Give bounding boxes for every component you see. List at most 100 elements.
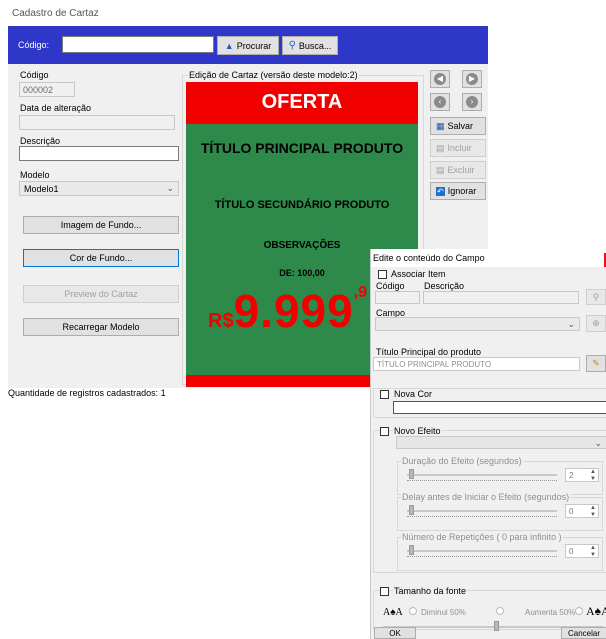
procurar-icon: ▲ xyxy=(224,40,234,51)
incluir-button[interactable]: ▤ Incluir xyxy=(430,139,486,157)
nova-cor-checkbox[interactable] xyxy=(380,390,389,399)
last-icon: ▶ xyxy=(466,73,478,85)
preview-cartaz-button[interactable]: Preview do Cartaz xyxy=(23,285,179,303)
ok-button[interactable]: OK xyxy=(374,627,416,639)
poster-moeda: R$ xyxy=(208,310,234,332)
next-icon: › xyxy=(466,96,478,108)
poster-titulo-principal: TÍTULO PRINCIPAL PRODUTO xyxy=(200,140,404,156)
cor-swatch[interactable] xyxy=(393,401,606,414)
duracao-slider[interactable] xyxy=(407,474,557,476)
edit-text-button[interactable]: ✎ xyxy=(586,355,606,372)
repeticoes-spinner[interactable]: 0 ▲ ▼ xyxy=(565,544,599,558)
chevron-down-icon: ⌄ xyxy=(166,183,174,193)
codigo-search-input[interactable] xyxy=(62,36,214,53)
spin-arrows-icon: ▲ ▼ xyxy=(590,469,596,482)
dlg-descricao-label: Descrição xyxy=(424,281,465,291)
cancelar-button[interactable]: Cancelar xyxy=(561,627,606,639)
spin-arrows-icon: ▲ ▼ xyxy=(590,505,596,518)
modelo-select[interactable]: Modelo1 ⌄ xyxy=(19,181,179,196)
titulo-principal-label: Título Principal do produto xyxy=(376,347,482,357)
codigo-field: 000002 xyxy=(19,82,75,97)
add-doc-icon: ▤ xyxy=(436,142,445,153)
codigo-search-label: Código: xyxy=(18,40,50,50)
excluir-button[interactable]: ▤ Excluir xyxy=(430,161,486,179)
campo-select[interactable]: ⌄ xyxy=(375,317,580,331)
next-record-button[interactable]: › xyxy=(462,93,482,111)
prev-record-button[interactable]: ‹ xyxy=(430,93,450,111)
status-bar: Quantidade de registros cadastrados: 1 xyxy=(8,388,166,398)
search-toolbar: Código: ▲ Procurar ⚲ Busca... xyxy=(8,26,488,64)
poster-oferta: OFERTA xyxy=(261,91,343,113)
magnifier-icon: ⚲ xyxy=(288,40,296,51)
duracao-slider-thumb[interactable] xyxy=(409,469,414,479)
plus-icon: ⊕ xyxy=(592,318,600,328)
window-title: Cadastro de Cartaz xyxy=(0,0,606,26)
spin-arrows-icon: ▲ ▼ xyxy=(590,545,596,558)
repeticoes-ticks xyxy=(407,555,557,557)
descricao-label: Descrição xyxy=(20,136,61,146)
add-campo-button[interactable]: ⊕ xyxy=(586,315,606,332)
chevron-down-icon: ⌄ xyxy=(594,438,602,448)
search-icon[interactable]: ⚲ xyxy=(586,289,606,305)
busca-button[interactable]: ⚲ Busca... xyxy=(282,36,338,55)
dlg-codigo-label: Código xyxy=(376,281,405,291)
modelo-label: Modelo xyxy=(20,170,50,180)
dlg-codigo-field xyxy=(375,291,420,304)
nova-cor-label: Nova Cor xyxy=(393,389,434,399)
delay-ticks xyxy=(407,515,557,517)
tamanho-fonte-checkbox[interactable] xyxy=(380,587,389,596)
first-record-button[interactable]: ◀ xyxy=(430,70,450,88)
aumenta-radio[interactable] xyxy=(575,607,583,615)
titulo-principal-field[interactable]: TÍTULO PRINCIPAL PRODUTO xyxy=(373,357,580,371)
repeticoes-slider-thumb[interactable] xyxy=(409,545,414,555)
last-record-button[interactable]: ▶ xyxy=(462,70,482,88)
edit-field-dialog: Edite o conteúdo do Campo Associar Item … xyxy=(370,249,606,639)
edicao-cartaz-title: Edição de Cartaz (versão deste modelo:2) xyxy=(188,70,359,80)
salvar-button[interactable]: ▦ Salvar xyxy=(430,117,486,135)
pencil-icon: ✎ xyxy=(592,358,600,368)
codigo-label: Código xyxy=(20,70,49,80)
poster-titulo-secundario: TÍTULO SECUNDÁRIO PRODUTO xyxy=(214,199,390,211)
delay-slider[interactable] xyxy=(407,510,557,512)
recarregar-modelo-button[interactable]: Recarregar Modelo xyxy=(23,318,179,336)
imagem-fundo-button[interactable]: Imagem de Fundo... xyxy=(23,216,179,234)
floppy-icon: ▦ xyxy=(436,120,445,131)
ignorar-button[interactable]: ↶ Ignorar xyxy=(430,182,486,200)
chevron-down-icon: ⌄ xyxy=(567,319,575,329)
font-small-icon: A♠A xyxy=(383,607,403,618)
data-alteracao-field xyxy=(19,115,175,130)
delay-spinner[interactable]: 0 ▲ ▼ xyxy=(565,504,599,518)
novo-efeito-label: Novo Efeito xyxy=(393,426,442,436)
font-size-slider-thumb[interactable] xyxy=(494,621,499,631)
first-icon: ◀ xyxy=(434,73,446,85)
aumenta-label: Aumenta 50% xyxy=(525,608,576,617)
delay-label: Delay antes de Iniciar o Efeito (segundo… xyxy=(401,492,571,502)
descricao-input[interactable] xyxy=(19,146,179,161)
data-alteracao-label: Data de alteração xyxy=(20,103,92,113)
repeticoes-slider[interactable] xyxy=(407,550,557,552)
undo-icon: ↶ xyxy=(436,186,445,196)
repeticoes-label: Número de Repetições ( 0 para infinito ) xyxy=(401,532,563,542)
poster-preco-cents: ,9 xyxy=(353,284,368,301)
poster-preco: 9.999 xyxy=(233,285,354,337)
duracao-spinner[interactable]: 2 ▲ ▼ xyxy=(565,468,599,482)
dlg-descricao-field xyxy=(423,291,579,304)
efeito-select[interactable]: ⌄ xyxy=(396,436,606,449)
delete-doc-icon: ▤ xyxy=(436,164,445,175)
duracao-ticks xyxy=(407,479,557,481)
associar-item-label: Associar Item xyxy=(391,269,446,279)
font-big-icon: A♠A xyxy=(586,604,606,618)
diminui-radio[interactable] xyxy=(409,607,417,615)
procurar-button[interactable]: ▲ Procurar xyxy=(217,36,279,55)
novo-efeito-checkbox[interactable] xyxy=(380,427,389,436)
poster-price-block: R$9.999,9 xyxy=(208,284,367,338)
cor-fundo-button[interactable]: Cor de Fundo... xyxy=(23,249,179,267)
prev-icon: ‹ xyxy=(434,96,446,108)
delay-slider-thumb[interactable] xyxy=(409,505,414,515)
associar-item-checkbox[interactable] xyxy=(378,270,387,279)
diminui-label: Diminui 50% xyxy=(421,608,466,617)
tamanho-fonte-label: Tamanho da fonte xyxy=(393,586,468,596)
normal-radio[interactable] xyxy=(496,607,504,615)
duracao-label: Duração do Efeito (segundos) xyxy=(401,456,523,466)
dialog-title: Edite o conteúdo do Campo xyxy=(371,249,606,267)
